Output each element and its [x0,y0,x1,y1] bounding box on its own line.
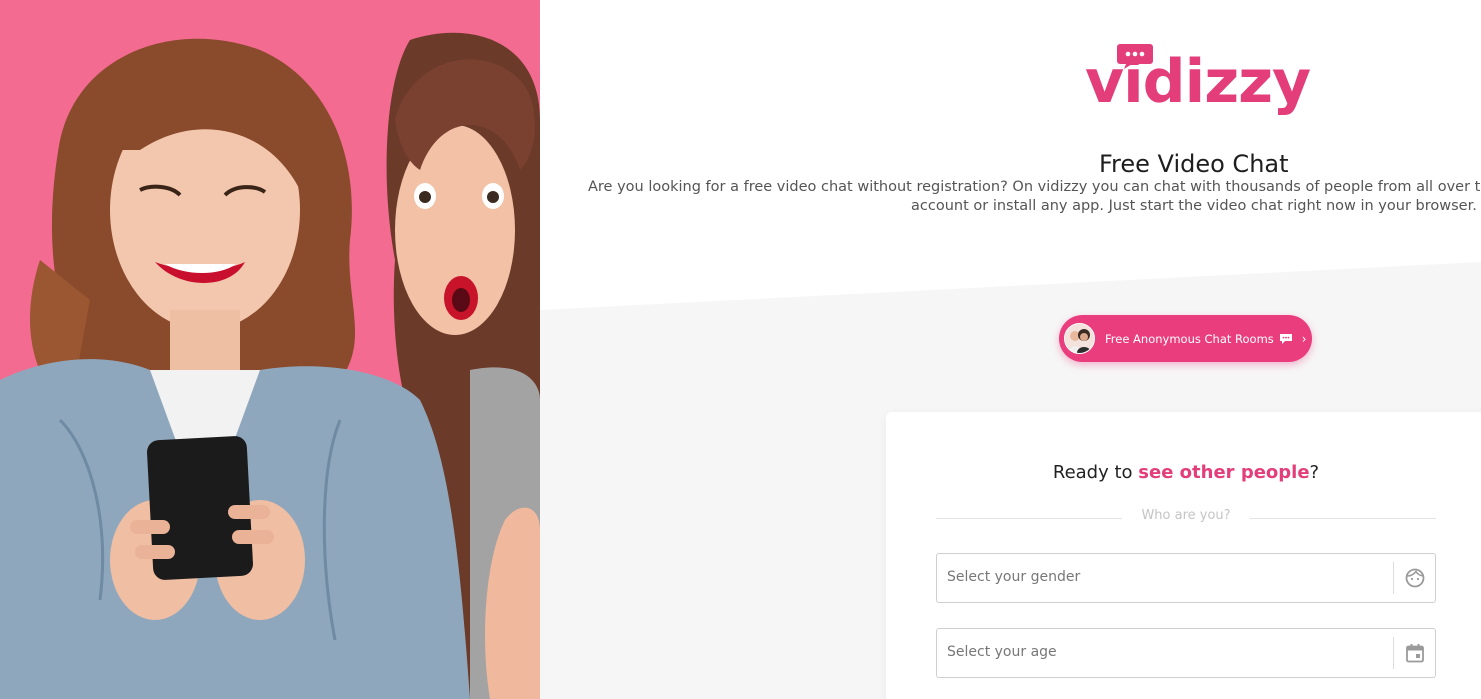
divider-label: Who are you? [1141,508,1231,523]
age-select-separator [1393,637,1394,669]
chat-rooms-label: Free Anonymous Chat Rooms [1105,331,1274,346]
free-chat-rooms-button[interactable]: Free Anonymous Chat Rooms › [1059,315,1312,362]
card-heading-suffix: ? [1309,462,1320,483]
card-heading: Ready to see other people? [886,462,1481,483]
page-description-line-1: Are you looking for a free video chat wi… [588,179,1481,195]
page-description-line-2: account or install any app. Just start t… [911,198,1477,214]
brand-logo[interactable]: vidizzy [1085,52,1311,112]
gender-select-placeholder: Select your gender [947,569,1081,585]
who-are-you-divider: Who are you? [936,508,1436,524]
gender-select[interactable]: Select your gender [936,553,1436,603]
page: vidizzy Free Video Chat Are you looking … [0,0,1481,699]
chat-bubble-icon [1279,333,1292,344]
card-heading-prefix: Ready to [1052,462,1139,483]
signup-card: Ready to see other people? Who are you? … [886,412,1481,699]
calendar-icon [1406,644,1424,663]
landing-content: vidizzy Free Video Chat Are you looking … [540,0,1481,699]
hero-photo [0,0,540,699]
chat-rooms-avatar [1064,323,1095,354]
age-select[interactable]: Select your age [936,628,1436,678]
hero-illustration [0,0,540,699]
age-select-placeholder: Select your age [947,644,1057,660]
divider-line-left [936,518,1122,519]
page-title: Free Video Chat [1099,150,1289,178]
chevron-right-icon: › [1301,331,1307,346]
divider-line-right [1250,518,1436,519]
gender-select-separator [1393,562,1394,594]
face-icon [1405,568,1425,588]
card-heading-accent: see other people [1138,462,1310,483]
